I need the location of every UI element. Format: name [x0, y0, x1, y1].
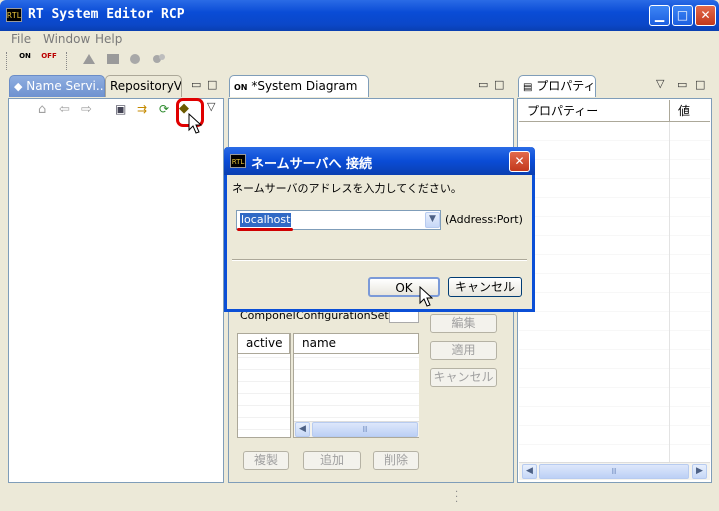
- properties-table-body[interactable]: [519, 122, 710, 462]
- plug-icon: ◆: [14, 80, 23, 93]
- address-hint: (Address:Port): [445, 213, 523, 226]
- minimize-panel-icon[interactable]: ▭: [677, 78, 687, 91]
- horizontal-scrollbar[interactable]: ◀ Ⅲ: [294, 421, 419, 437]
- column-header-value[interactable]: 値: [670, 100, 710, 122]
- column-active-label: active: [246, 336, 283, 350]
- name-service-view[interactable]: [8, 98, 224, 483]
- on-label: ON: [19, 52, 31, 60]
- red-underline: [237, 228, 293, 231]
- scroll-right-icon[interactable]: ▶: [692, 464, 707, 479]
- collapse-all-icon[interactable]: ▣: [115, 102, 126, 116]
- view-menu-icon[interactable]: ▽: [656, 77, 664, 90]
- scroll-thumb[interactable]: Ⅲ: [312, 422, 418, 437]
- minimize-button[interactable]: ▁: [649, 5, 670, 26]
- tab-close-icon[interactable]: ⊠: [367, 82, 368, 93]
- duplicate-button-label: 複製: [253, 453, 278, 467]
- column-value-label: 値: [678, 104, 691, 118]
- apply-button-label: 適用: [451, 343, 476, 357]
- dialog-title: ネームサーバへ 接続: [251, 157, 373, 172]
- status-bar: · · ·: [0, 486, 719, 511]
- add-button[interactable]: 追加: [303, 451, 361, 470]
- off-label: OFF: [41, 52, 57, 60]
- activate-icon[interactable]: [80, 52, 98, 68]
- on-icon[interactable]: ON: [16, 52, 34, 68]
- dialog-separator: [232, 259, 527, 261]
- cancel-config-button[interactable]: キャンセル: [430, 368, 497, 387]
- edit-button[interactable]: 編集: [430, 314, 497, 333]
- deactivate-icon[interactable]: [104, 52, 122, 68]
- cancel-config-button-label: キャンセル: [433, 370, 494, 384]
- dialog-close-button[interactable]: ✕: [509, 151, 530, 172]
- add-button-label: 追加: [319, 453, 344, 467]
- configset-table[interactable]: active: [237, 333, 291, 438]
- delete-button-label: 削除: [383, 453, 408, 467]
- column-property-label: プロパティー: [527, 104, 599, 118]
- cancel-button[interactable]: キャンセル: [448, 277, 522, 297]
- refresh-icon[interactable]: ⟳: [159, 102, 169, 116]
- maximize-panel-icon[interactable]: □: [695, 78, 705, 91]
- tab-system-diagram[interactable]: ON *System Diagram ⊠: [229, 75, 369, 97]
- ok-button-label: OK: [395, 281, 413, 295]
- dialog-titlebar[interactable]: RTL ネームサーバへ 接続 ✕: [224, 147, 535, 175]
- off-icon[interactable]: OFF: [40, 52, 58, 68]
- column-header-active[interactable]: active: [238, 334, 290, 354]
- on-icon: ON: [234, 83, 248, 92]
- tab-repository-view[interactable]: RepositoryV...: [105, 75, 182, 97]
- back-icon[interactable]: ⇦: [59, 102, 70, 117]
- dropdown-arrow-icon[interactable]: ▼: [425, 212, 440, 228]
- link-icon[interactable]: ⇉: [137, 102, 147, 116]
- scroll-thumb[interactable]: Ⅲ: [539, 464, 689, 479]
- tab-label: RepositoryV...: [110, 79, 181, 93]
- address-input[interactable]: localhost: [240, 213, 292, 227]
- mouse-cursor-icon: [188, 113, 202, 134]
- toolbar-grip[interactable]: [6, 52, 9, 70]
- maximize-panel-icon[interactable]: □: [207, 78, 217, 91]
- maximize-button[interactable]: □: [672, 5, 693, 26]
- column-header-property[interactable]: プロパティー: [519, 100, 670, 122]
- reset-icon[interactable]: [126, 52, 144, 68]
- menu-file[interactable]: File: [11, 32, 31, 46]
- cancel-button-label: キャンセル: [454, 280, 515, 294]
- status-grip[interactable]: · · ·: [455, 488, 458, 508]
- close-button[interactable]: ✕: [695, 5, 716, 26]
- tab-properties[interactable]: ▤ プロパティー: [518, 75, 596, 97]
- delete-button[interactable]: 削除: [373, 451, 419, 470]
- tab-label: *System Diagram: [251, 79, 358, 93]
- menubar: File Window Help: [0, 31, 719, 48]
- duplicate-button[interactable]: 複製: [243, 451, 289, 470]
- column-name-label: name: [302, 336, 337, 350]
- column-divider: [669, 122, 670, 462]
- tab-label: プロパティー: [536, 79, 596, 93]
- scroll-left-icon[interactable]: ◀: [295, 422, 310, 437]
- minimize-panel-icon[interactable]: ▭: [191, 78, 201, 91]
- window-title: RT System Editor RCP: [28, 7, 185, 22]
- apply-button[interactable]: 適用: [430, 341, 497, 360]
- address-combobox[interactable]: localhost ▼: [236, 210, 441, 230]
- app-icon: RTL: [6, 8, 22, 22]
- properties-table-header: プロパティー 値: [519, 100, 710, 122]
- scroll-thumb-grip: Ⅲ: [362, 425, 368, 434]
- minimize-panel-icon[interactable]: ▭: [478, 78, 488, 91]
- mouse-cursor-icon: [419, 286, 433, 307]
- main-toolbar: ON OFF: [0, 49, 719, 73]
- view-menu-icon[interactable]: ▽: [207, 100, 215, 113]
- properties-icon: ▤: [523, 82, 533, 93]
- menu-window[interactable]: Window: [43, 32, 90, 46]
- scroll-left-icon[interactable]: ◀: [522, 464, 537, 479]
- forward-icon[interactable]: ⇨: [81, 102, 92, 117]
- tab-name-service[interactable]: ◆ Name Servi...: [9, 75, 105, 97]
- dialog-body: ネームサーバのアドレスを入力してください。 localhost ▼ (Addre…: [227, 175, 532, 309]
- properties-hscrollbar[interactable]: ◀ Ⅲ ▶: [519, 462, 710, 480]
- dialog-prompt: ネームサーバのアドレスを入力してください。: [232, 182, 462, 195]
- exit-icon[interactable]: [150, 52, 168, 68]
- scroll-thumb-grip: Ⅲ: [611, 467, 617, 476]
- maximize-panel-icon[interactable]: □: [494, 78, 504, 91]
- toolbar-grip[interactable]: [66, 52, 69, 70]
- menu-help[interactable]: Help: [95, 32, 122, 46]
- tab-label: Name Servi...: [26, 79, 105, 93]
- home-icon[interactable]: ⌂: [38, 102, 46, 117]
- column-header-name[interactable]: name: [294, 334, 419, 354]
- edit-button-label: 編集: [451, 316, 476, 330]
- dialog-app-icon: RTL: [230, 154, 246, 168]
